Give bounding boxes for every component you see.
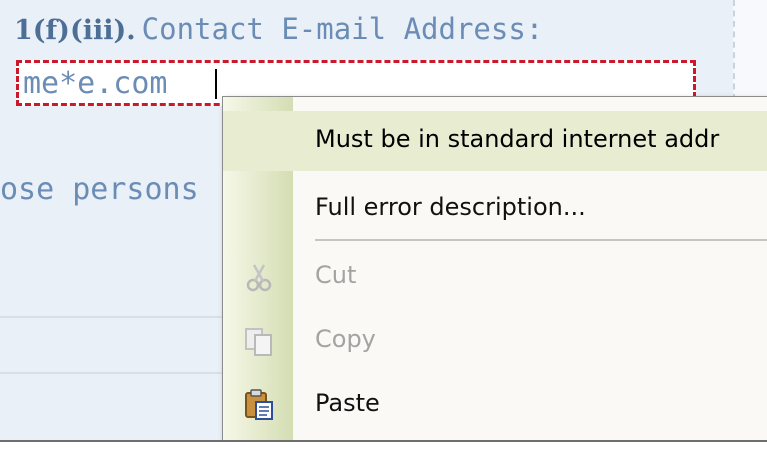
- partially-hidden-text: ose persons: [0, 172, 199, 207]
- scissors-icon: [246, 264, 272, 292]
- field-label: 1(f)(iii). Contact E-mail Address:: [14, 12, 543, 46]
- paste-icon: [245, 389, 273, 420]
- copy-icon: [245, 328, 272, 356]
- menu-item-label: Must be in standard internet addr: [315, 125, 720, 153]
- menu-separator: [315, 239, 767, 241]
- form-row-divider: [0, 316, 230, 374]
- menu-item-copy[interactable]: Copy: [223, 311, 767, 371]
- menu-item-label: Paste: [315, 389, 380, 417]
- field-number: 1(f)(iii).: [14, 15, 136, 46]
- menu-item-cut[interactable]: Cut: [223, 247, 767, 307]
- field-title: Contact E-mail Address:: [141, 12, 544, 46]
- menu-item-label: Copy: [315, 325, 376, 353]
- form-right-column: [733, 0, 767, 100]
- context-menu: Must be in standard internet addr Full e…: [222, 96, 767, 441]
- menu-item-paste[interactable]: Paste: [223, 375, 767, 435]
- text-caret: [215, 69, 217, 99]
- menu-item-label: Cut: [315, 261, 357, 289]
- menu-item-label: Full error description...: [315, 193, 586, 221]
- page-bottom-edge: [0, 440, 767, 461]
- menu-item-error-message[interactable]: Must be in standard internet addr: [223, 111, 767, 171]
- menu-item-full-error-description[interactable]: Full error description...: [223, 179, 767, 239]
